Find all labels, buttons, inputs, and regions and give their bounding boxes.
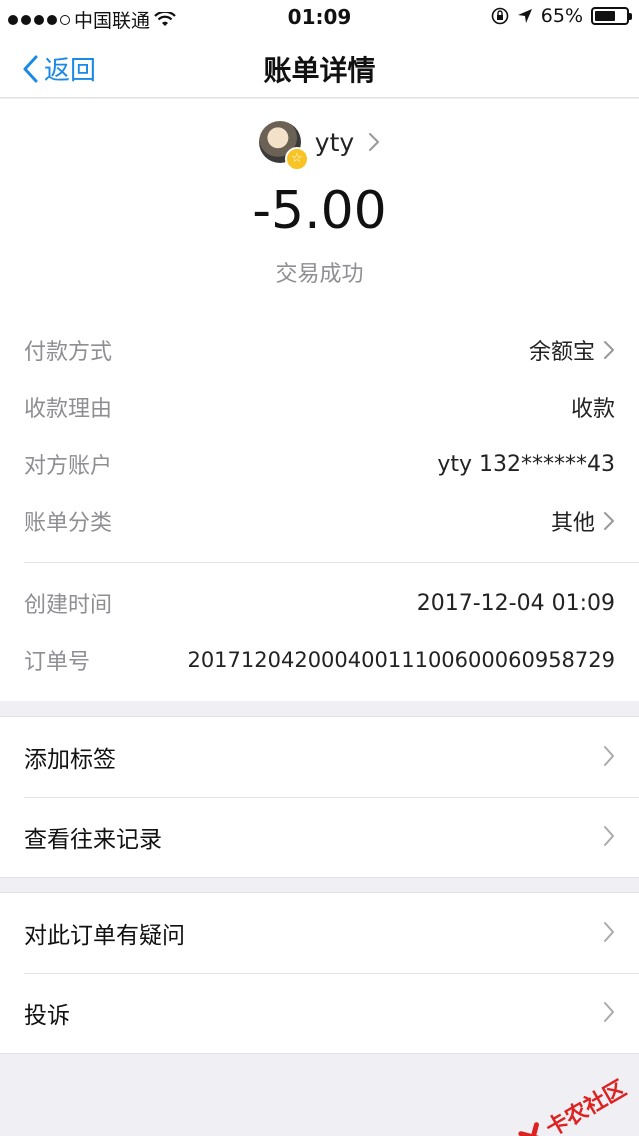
- bill-detail-card: ☆ yty -5.00 交易成功 付款方式 余额宝 收款理由 收款 对方账户 y…: [0, 99, 639, 701]
- chevron-right-icon: [604, 341, 614, 359]
- row-label: 付款方式: [24, 340, 113, 365]
- battery-icon: [591, 7, 632, 25]
- add-tag-item[interactable]: 添加标签: [0, 717, 639, 797]
- row-value: 20171204200040011100600060958729: [187, 648, 615, 672]
- star-badge-icon: ☆: [284, 147, 309, 171]
- row-label: 收款理由: [24, 397, 113, 422]
- chevron-right-icon: [604, 922, 614, 942]
- counterparty-account-row: 对方账户 yty 132******43: [24, 444, 615, 484]
- row-label: 创建时间: [24, 593, 113, 618]
- order-number-row: 订单号 20171204200040011100600060958729: [24, 640, 615, 680]
- chevron-right-icon: [604, 826, 614, 846]
- row-value: 余额宝: [528, 340, 595, 365]
- status-right: 65%: [491, 5, 632, 27]
- row-label: 账单分类: [24, 511, 113, 536]
- battery-fill: [595, 11, 615, 21]
- row-value: 收款: [570, 397, 615, 422]
- trade-status: 交易成功: [275, 262, 364, 287]
- complaint-item[interactable]: 投诉: [0, 973, 639, 1053]
- support-group: 对此订单有疑问 投诉: [0, 892, 639, 1054]
- battery-percent: 65%: [540, 5, 583, 27]
- avatar: ☆: [258, 121, 309, 171]
- row-value-wrap: 余额宝: [529, 334, 615, 366]
- payment-method-row[interactable]: 付款方式 余额宝: [24, 330, 615, 370]
- divider: [24, 562, 639, 563]
- menu-item-label: 添加标签: [24, 747, 116, 773]
- payee-link[interactable]: ☆ yty: [0, 121, 639, 171]
- bill-category-row[interactable]: 账单分类 其他: [24, 501, 615, 541]
- menu-item-label: 对此订单有疑问: [24, 923, 185, 949]
- row-value-wrap: 其他: [551, 505, 615, 537]
- amount: -5.00: [252, 181, 387, 241]
- page-title: 账单详情: [263, 54, 376, 87]
- watermark-text: 卡农社区: [542, 1076, 631, 1136]
- chevron-right-icon: [604, 746, 614, 766]
- payee-name: yty: [314, 127, 355, 157]
- chevron-right-icon: [369, 133, 380, 151]
- watermark: 卡农社区: [515, 1071, 631, 1136]
- payment-reason-row: 收款理由 收款: [24, 387, 615, 427]
- row-value: 其他: [550, 511, 595, 536]
- chevron-right-icon: [604, 1002, 614, 1022]
- view-history-item[interactable]: 查看往来记录: [0, 797, 639, 877]
- row-label: 对方账户: [24, 454, 113, 479]
- menu-item-label: 查看往来记录: [24, 827, 162, 853]
- action-group: 添加标签 查看往来记录: [0, 716, 639, 878]
- created-time-row: 创建时间 2017-12-04 01:09: [24, 583, 615, 623]
- row-value: 2017-12-04 01:09: [416, 590, 615, 616]
- rotation-lock-icon: [491, 7, 509, 25]
- status-bar: 中国联通 01:09 65%: [0, 0, 639, 34]
- row-value: yty 132******43: [437, 451, 615, 477]
- menu-item-label: 投诉: [24, 1003, 70, 1029]
- nav-bar: 返回 账单详情: [0, 34, 639, 98]
- location-arrow-icon: [517, 9, 532, 23]
- chevron-right-icon: [604, 512, 614, 530]
- order-question-item[interactable]: 对此订单有疑问: [0, 893, 639, 973]
- row-label: 订单号: [24, 650, 91, 675]
